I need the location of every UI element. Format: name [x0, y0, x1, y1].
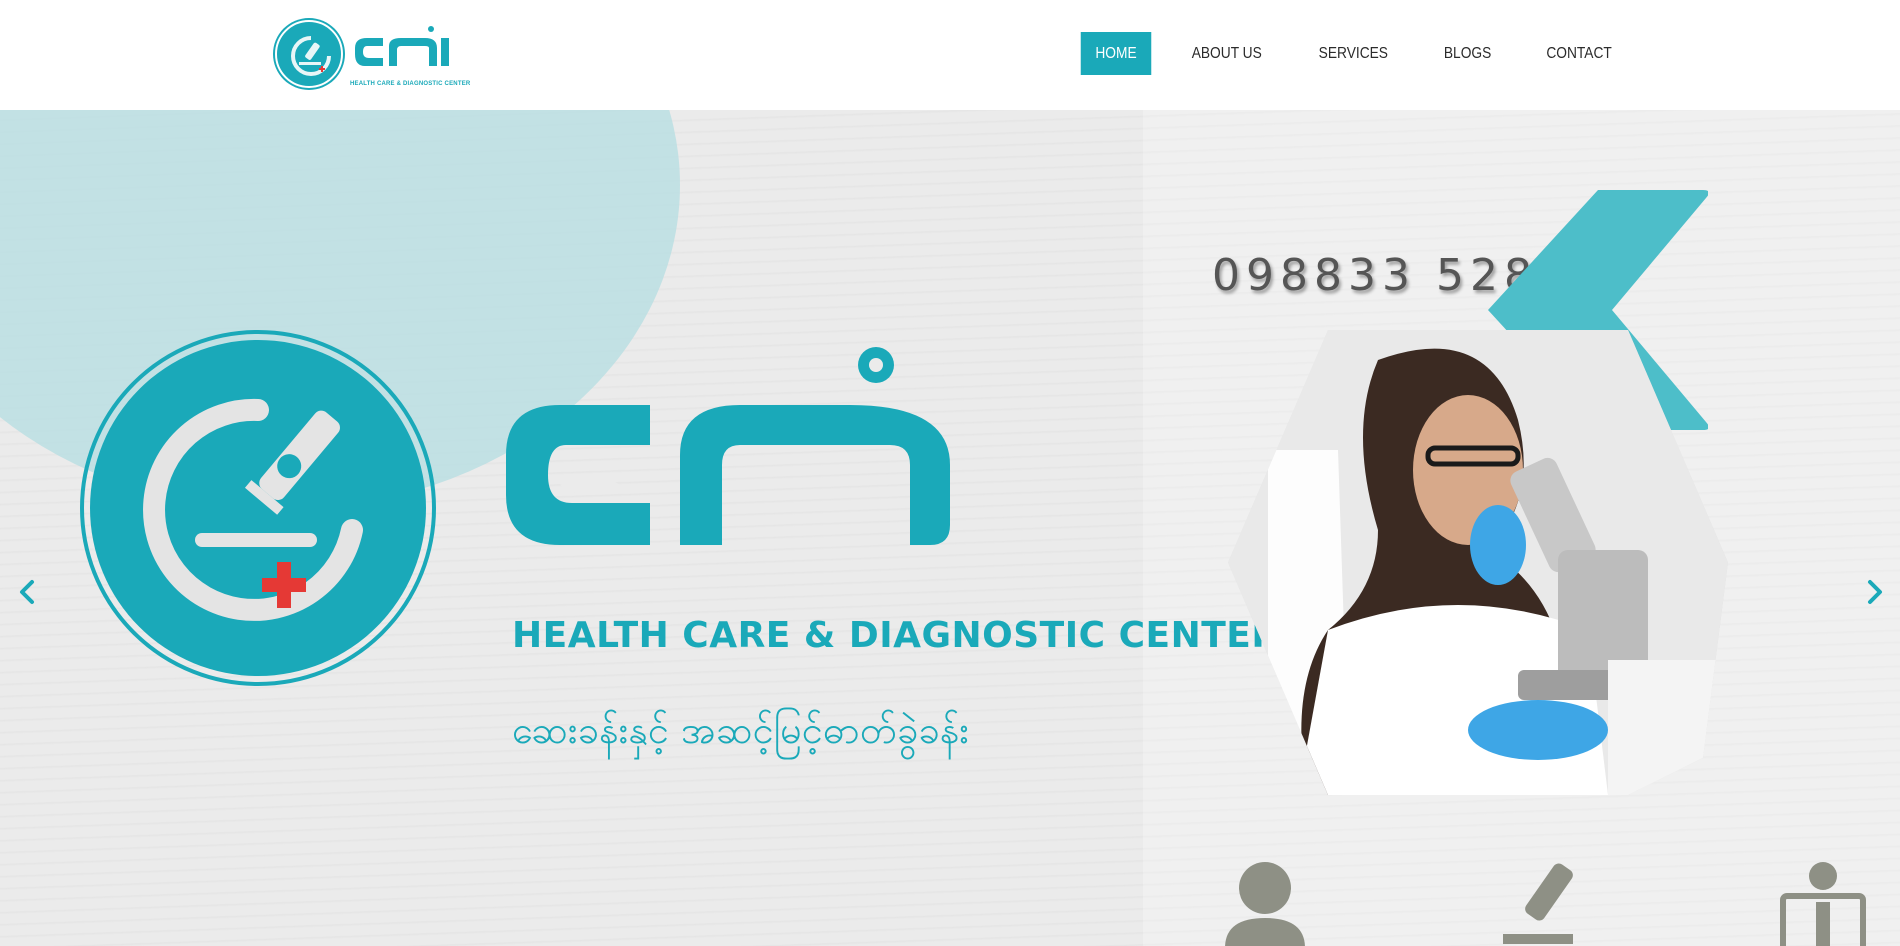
hero-title-my: ဆေးခန်းနှင့် အဆင့်မြင့်ဓာတ်ခွဲခန်း	[512, 708, 969, 752]
microscope-emblem-icon	[143, 398, 363, 621]
logo-script	[355, 26, 449, 66]
nav-services[interactable]: SERVICES	[1304, 32, 1403, 75]
chevron-left-icon	[20, 580, 34, 604]
microscope-icon	[1503, 863, 1573, 944]
hero-scientist-photo	[1228, 330, 1728, 795]
microscope-logo-icon	[275, 20, 343, 88]
site-header: HEALTH CARE & DIAGNOSTIC CENTER HOME ABO…	[0, 0, 1900, 110]
xray-icon	[1780, 862, 1866, 946]
chevron-right-icon	[1868, 580, 1882, 604]
nav-home[interactable]: HOME	[1080, 32, 1151, 75]
hero-title-en: HEALTH CARE & DIAGNOSTIC CENTER	[512, 615, 1280, 656]
hero-script-logo	[506, 347, 950, 545]
slider-prev-button[interactable]	[12, 572, 42, 612]
nav-about-us[interactable]: ABOUT US	[1177, 32, 1276, 75]
slider-next-button[interactable]	[1860, 572, 1890, 612]
hero-emblem	[80, 330, 436, 686]
nav-contact[interactable]: CONTACT	[1532, 32, 1627, 75]
hero-slider: 098833 528 33 HEALTH CARE & DIAGNOSTIC C…	[0, 110, 1900, 946]
main-nav: HOME ABOUT US SERVICES BLOGS CONTACT	[1063, 32, 1634, 75]
doctor-icon	[1225, 862, 1305, 946]
nav-blogs[interactable]: BLOGS	[1429, 32, 1506, 75]
logo-tagline: HEALTH CARE & DIAGNOSTIC CENTER	[350, 81, 471, 87]
site-logo[interactable]: HEALTH CARE & DIAGNOSTIC CENTER	[275, 18, 470, 90]
